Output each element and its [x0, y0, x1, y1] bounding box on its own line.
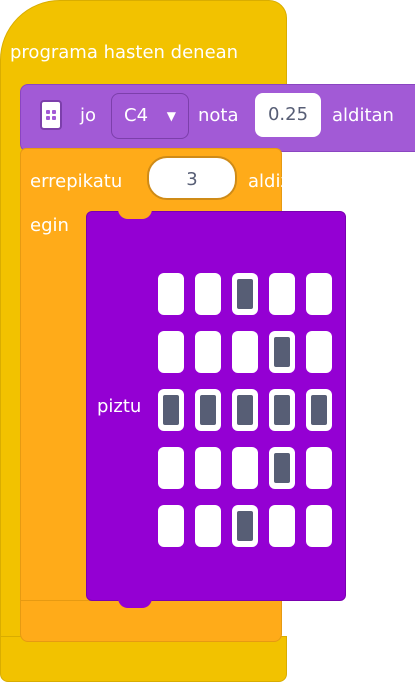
led-cell[interactable]: [158, 505, 184, 547]
note-value: C4: [124, 105, 149, 126]
led-cell[interactable]: [158, 447, 184, 489]
led-cell[interactable]: [195, 505, 221, 547]
repeat-block-footer: [20, 600, 282, 642]
led-cell[interactable]: [269, 331, 295, 373]
led-cell[interactable]: [306, 273, 332, 315]
led-cell[interactable]: [232, 331, 258, 373]
led-cell[interactable]: [306, 331, 332, 373]
repeat-count-input[interactable]: 3: [147, 156, 237, 200]
led-cell[interactable]: [269, 447, 295, 489]
led-cell[interactable]: [158, 273, 184, 315]
beats-input[interactable]: 0.25: [255, 93, 321, 137]
led-cell[interactable]: [195, 447, 221, 489]
led-cell[interactable]: [269, 273, 295, 315]
block-notch: [118, 209, 152, 219]
led-cell[interactable]: [232, 273, 258, 315]
led-cell[interactable]: [195, 273, 221, 315]
led-cell[interactable]: [195, 331, 221, 373]
led-cell[interactable]: [306, 447, 332, 489]
microbit-icon: [40, 100, 62, 130]
hat-block-footer: [0, 636, 287, 682]
led-cell[interactable]: [158, 389, 184, 431]
led-label: piztu: [97, 396, 142, 417]
chevron-down-icon: ▼: [166, 109, 176, 123]
led-matrix: [158, 273, 338, 547]
block-notch-bottom: [118, 598, 152, 608]
led-cell[interactable]: [269, 505, 295, 547]
led-cell[interactable]: [306, 389, 332, 431]
note-dropdown[interactable]: C4 ▼: [111, 93, 189, 139]
repeat-do-label: egin: [30, 215, 69, 236]
led-cell[interactable]: [306, 505, 332, 547]
repeat-times-label: aldiz: [248, 171, 290, 192]
led-cell[interactable]: [269, 389, 295, 431]
note-label: nota: [198, 105, 239, 126]
led-cell[interactable]: [195, 389, 221, 431]
beats-label: alditan: [332, 105, 394, 126]
led-cell[interactable]: [232, 447, 258, 489]
led-cell[interactable]: [232, 505, 258, 547]
hat-block-label: programa hasten denean: [10, 42, 239, 63]
repeat-label: errepikatu: [30, 171, 123, 192]
led-cell[interactable]: [158, 331, 184, 373]
led-cell[interactable]: [232, 389, 258, 431]
repeat-block-arm: [20, 210, 89, 610]
play-label: jo: [80, 105, 97, 126]
